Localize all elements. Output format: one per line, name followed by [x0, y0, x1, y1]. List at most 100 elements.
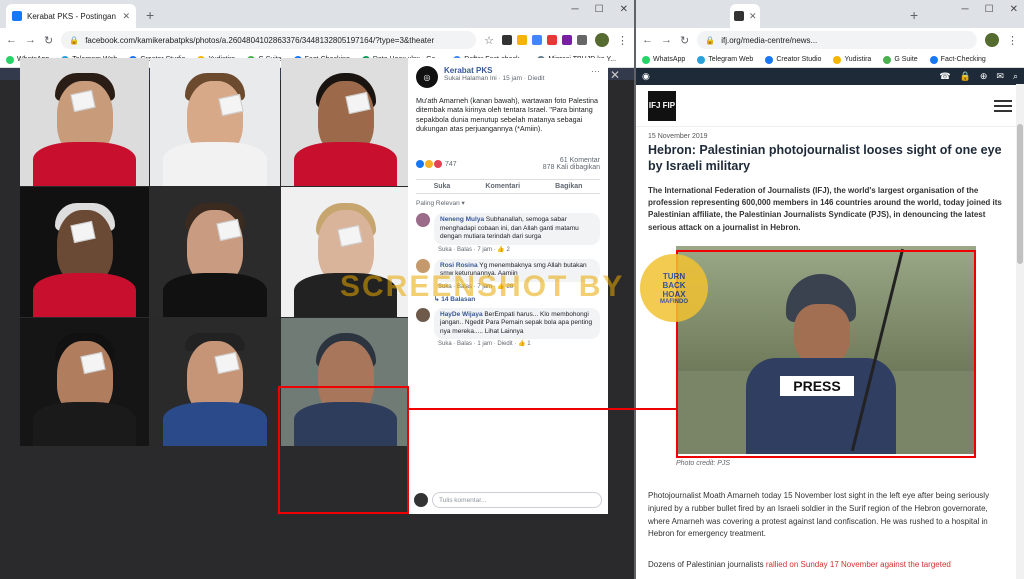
comment: Neneng Mulya Subhanallah, semoga sabar m…: [408, 210, 608, 255]
toolbar: ← → ↻ 🔒 facebook.com/kamikerabatpks/phot…: [0, 28, 634, 52]
bookmark-item[interactable]: Fact-Checking: [929, 55, 986, 64]
comment-bubble: HayDe Wijaya BerEmpati harus... Klo memb…: [434, 307, 600, 339]
phone-icon[interactable]: ☎: [939, 71, 950, 82]
highlight-box: [676, 250, 976, 458]
menu-icon[interactable]: ⋮: [617, 34, 628, 47]
hamburger-menu-icon[interactable]: [994, 99, 1012, 112]
extension-icon[interactable]: [517, 35, 527, 45]
bookmark-item[interactable]: G Suite: [883, 55, 918, 64]
tab-facebook[interactable]: Kerabat PKS - Postingan ✕: [6, 4, 136, 28]
body-text: Dozens of Palestinian journalists: [648, 560, 766, 569]
close-theater-icon[interactable]: ✕: [610, 68, 620, 82]
bookmarks-bar: WhatsApp Telegram Web Creator Studio Yudist…: [636, 52, 1024, 68]
tab-strip: ✕ + ─ ☐ ✕: [636, 0, 1024, 28]
avatar[interactable]: [416, 307, 430, 322]
bookmark-item[interactable]: Yudistira: [833, 55, 871, 64]
star-icon[interactable]: ☆: [484, 34, 494, 47]
close-tab-icon[interactable]: ✕: [749, 11, 757, 22]
reactions[interactable]: 747: [416, 157, 457, 171]
sort-dropdown[interactable]: Paling Relevan ▾: [408, 196, 608, 210]
window-controls: ─ ☐ ✕: [962, 4, 1018, 15]
menu-icon[interactable]: ⋮: [1007, 34, 1018, 47]
maximize-button[interactable]: ☐: [595, 4, 604, 15]
post-stats: 747 61 Komentar 878 Kali dibagikan: [408, 151, 608, 177]
article-title: Hebron: Palestinian photojournalist loos…: [648, 143, 1002, 174]
lock-icon[interactable]: 🔒: [960, 71, 971, 82]
lock-icon: 🔒: [705, 35, 716, 45]
bookmark-item[interactable]: Telegram Web: [697, 55, 753, 64]
bookmark-icon: [883, 55, 892, 64]
search-icon[interactable]: ⌕: [1013, 71, 1018, 82]
forward-icon[interactable]: →: [661, 34, 672, 46]
url-text: ifj.org/media-centre/news...: [721, 35, 818, 45]
connector-line: [409, 408, 677, 410]
reload-icon[interactable]: ↻: [44, 34, 53, 47]
extension-icon[interactable]: [502, 35, 512, 45]
tab-ifj[interactable]: ✕: [730, 4, 760, 28]
comments-count[interactable]: 61 Komentar: [560, 157, 600, 164]
bookmark-item[interactable]: Creator Studio: [765, 55, 822, 64]
minimize-button[interactable]: ─: [962, 4, 969, 15]
minimize-button[interactable]: ─: [572, 4, 579, 15]
comment-meta[interactable]: Suka · Balas · 7 jam: [438, 247, 492, 253]
close-tab-icon[interactable]: ✕: [122, 11, 130, 22]
back-icon[interactable]: ←: [642, 34, 653, 46]
page-avatar[interactable]: ◎: [416, 66, 438, 88]
address-bar[interactable]: 🔒 facebook.com/kamikerabatpks/photos/a.2…: [61, 31, 477, 49]
article-link[interactable]: rallied on Sunday 17 November against th…: [766, 560, 951, 569]
bookmark-item[interactable]: WhatsApp: [642, 55, 685, 64]
comment-meta[interactable]: Suka · Balas · 1 jam · Diedit: [438, 341, 513, 347]
more-options-icon[interactable]: ···: [591, 66, 600, 88]
scrollbar[interactable]: [1016, 84, 1024, 579]
ifj-logo[interactable]: IFJ FIP: [648, 90, 676, 121]
new-tab-button[interactable]: +: [146, 7, 154, 23]
commenter-name[interactable]: HayDe Wijaya: [440, 311, 483, 318]
extension-icon[interactable]: [577, 35, 587, 45]
profile-avatar[interactable]: [595, 33, 609, 47]
highlight-box: [278, 386, 409, 514]
mail-icon[interactable]: ✉: [996, 71, 1004, 82]
avatar[interactable]: [416, 213, 430, 228]
extensions: [502, 35, 587, 45]
comment-bubble: Neneng Mulya Subhanallah, semoga sabar m…: [434, 213, 600, 245]
like-button[interactable]: Suka: [434, 183, 451, 190]
page-name[interactable]: Kerabat PKS: [444, 66, 544, 75]
extension-icon[interactable]: [547, 35, 557, 45]
player-photo: [20, 58, 149, 186]
bookmark-label: G Suite: [894, 56, 918, 63]
scroll-thumb[interactable]: [1017, 124, 1023, 264]
player-photo: [150, 187, 280, 317]
comment-button[interactable]: Komentari: [485, 183, 520, 190]
address-bar[interactable]: 🔒 ifj.org/media-centre/news...: [697, 31, 977, 49]
love-reaction-icon: [434, 160, 442, 169]
extension-icon[interactable]: [532, 35, 542, 45]
globe-icon[interactable]: ◉: [642, 71, 650, 82]
bookmark-icon: [6, 55, 14, 64]
add-icon[interactable]: ⊕: [980, 71, 988, 82]
comment-input[interactable]: Tulis komentar...: [432, 492, 602, 508]
url-text: facebook.com/kamikerabatpks/photos/a.260…: [85, 35, 435, 45]
maximize-button[interactable]: ☐: [985, 4, 994, 15]
share-button[interactable]: Bagikan: [555, 183, 582, 190]
close-window-button[interactable]: ✕: [1010, 4, 1018, 15]
site-header: IFJ FIP: [636, 85, 1024, 127]
reload-icon[interactable]: ↻: [680, 34, 689, 47]
player-photo: [150, 318, 280, 446]
new-tab-button[interactable]: +: [910, 7, 918, 23]
turnbackhoax-stamp: TURN BACK HOAX MAFINDO: [640, 254, 708, 322]
commenter-name[interactable]: Rosi Rosina: [440, 262, 478, 269]
logo-text: IFJ FIP: [648, 100, 676, 110]
extension-icon[interactable]: [562, 35, 572, 45]
forward-icon[interactable]: →: [25, 34, 36, 46]
article: 15 November 2019 Hebron: Palestinian pho…: [636, 133, 1024, 234]
dimmed-page-content: [140, 514, 500, 579]
window-controls: ─ ☐ ✕: [572, 4, 628, 15]
back-icon[interactable]: ←: [6, 34, 17, 46]
profile-avatar[interactable]: [985, 33, 999, 47]
shares-count[interactable]: 878 Kali dibagikan: [543, 164, 600, 171]
close-window-button[interactable]: ✕: [620, 4, 628, 15]
comment-likes: 1: [527, 340, 531, 347]
bookmark-icon: [833, 55, 842, 64]
commenter-name[interactable]: Neneng Mulya: [440, 216, 484, 223]
bookmark-label: Creator Studio: [776, 56, 822, 63]
